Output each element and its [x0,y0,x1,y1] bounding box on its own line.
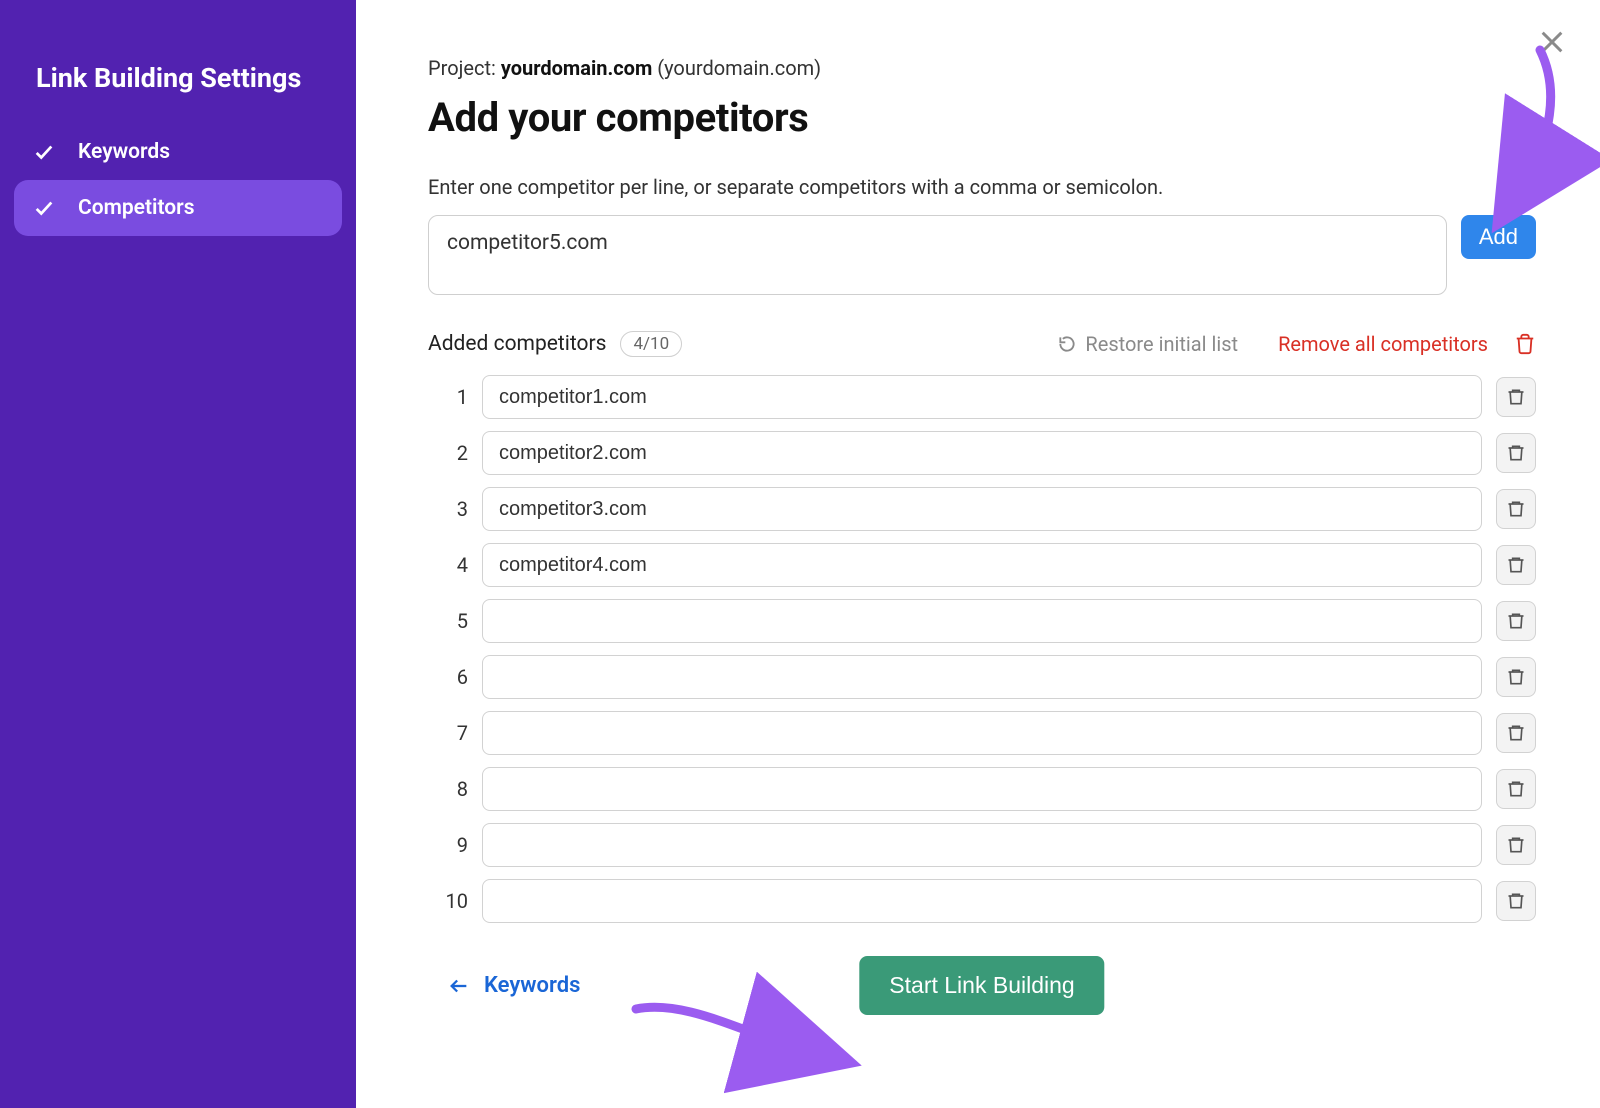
row-number: 3 [428,497,468,521]
row-number: 4 [428,553,468,577]
trash-icon [1506,891,1526,911]
row-number: 8 [428,777,468,801]
restore-label: Restore initial list [1085,332,1238,356]
sidebar-title: Link Building Settings [0,60,356,124]
row-number: 9 [428,833,468,857]
close-icon [1538,28,1566,56]
sidebar-item-competitors[interactable]: Competitors [14,180,342,236]
competitor-row: 8 [428,767,1536,811]
competitor-row: 5 [428,599,1536,643]
delete-row-button[interactable] [1496,881,1536,921]
added-competitors-label: Added competitors [428,332,606,356]
delete-row-button[interactable] [1496,657,1536,697]
competitor-row: 9 [428,823,1536,867]
row-number: 5 [428,609,468,633]
row-number: 7 [428,721,468,745]
arrow-left-icon [448,975,470,997]
competitor-row: 7 [428,711,1536,755]
remove-all-link[interactable]: Remove all competitors [1278,332,1488,356]
sidebar-item-keywords[interactable]: Keywords [0,124,342,180]
trash-icon [1506,667,1526,687]
competitor-row: 3 [428,487,1536,531]
competitor-input[interactable] [482,879,1482,923]
competitor-row: 6 [428,655,1536,699]
trash-icon [1506,443,1526,463]
restore-icon [1057,334,1077,354]
footer-row: Keywords Start Link Building [428,973,1536,998]
back-label: Keywords [484,973,580,998]
add-competitor-row: Add [428,215,1536,295]
sidebar-item-label: Keywords [78,140,170,164]
delete-row-button[interactable] [1496,601,1536,641]
delete-row-button[interactable] [1496,489,1536,529]
instruction-text: Enter one competitor per line, or separa… [428,175,1536,199]
competitor-input[interactable] [482,487,1482,531]
count-pill: 4/10 [620,331,682,357]
trash-icon [1506,555,1526,575]
competitor-row: 1 [428,375,1536,419]
close-button[interactable] [1532,22,1572,62]
page-title: Add your competitors [428,94,1536,141]
trash-icon [1506,499,1526,519]
trash-icon [1506,723,1526,743]
competitor-input[interactable] [482,375,1482,419]
delete-row-button[interactable] [1496,377,1536,417]
delete-row-button[interactable] [1496,825,1536,865]
sidebar: Link Building Settings Keywords Competit… [0,0,356,1108]
competitor-row: 2 [428,431,1536,475]
trash-icon [1506,387,1526,407]
trash-icon [1506,611,1526,631]
add-button[interactable]: Add [1461,215,1536,259]
competitor-input[interactable] [482,711,1482,755]
delete-row-button[interactable] [1496,545,1536,585]
trash-icon [1506,779,1526,799]
project-line: Project: yourdomain.com (yourdomain.com) [428,56,1536,80]
check-icon [30,194,58,222]
sidebar-item-label: Competitors [78,196,195,220]
added-competitors-header: Added competitors 4/10 Restore initial l… [428,331,1536,357]
row-number: 1 [428,385,468,409]
delete-row-button[interactable] [1496,769,1536,809]
competitor-list: 1 2 3 [428,375,1536,923]
trash-icon[interactable] [1514,333,1536,355]
competitor-row: 10 [428,879,1536,923]
competitor-input[interactable] [482,431,1482,475]
competitor-input[interactable] [482,543,1482,587]
competitor-row: 4 [428,543,1536,587]
competitor-input[interactable] [482,767,1482,811]
competitor-input[interactable] [482,823,1482,867]
start-link-building-button[interactable]: Start Link Building [859,956,1104,1015]
competitor-input[interactable] [482,599,1482,643]
trash-icon [1506,835,1526,855]
row-number: 6 [428,665,468,689]
row-number: 10 [428,889,468,913]
delete-row-button[interactable] [1496,713,1536,753]
competitor-input[interactable] [482,655,1482,699]
main-panel: Project: yourdomain.com (yourdomain.com)… [356,0,1600,1108]
competitor-textarea[interactable] [428,215,1447,295]
project-domain-paren: (yourdomain.com) [657,56,821,80]
restore-initial-list-link[interactable]: Restore initial list [1057,332,1238,356]
project-label: Project: [428,56,496,80]
check-icon [30,138,58,166]
row-number: 2 [428,441,468,465]
back-to-keywords-link[interactable]: Keywords [448,973,580,998]
annotation-arrow-start [626,994,826,1088]
delete-row-button[interactable] [1496,433,1536,473]
project-domain: yourdomain.com [501,56,652,80]
